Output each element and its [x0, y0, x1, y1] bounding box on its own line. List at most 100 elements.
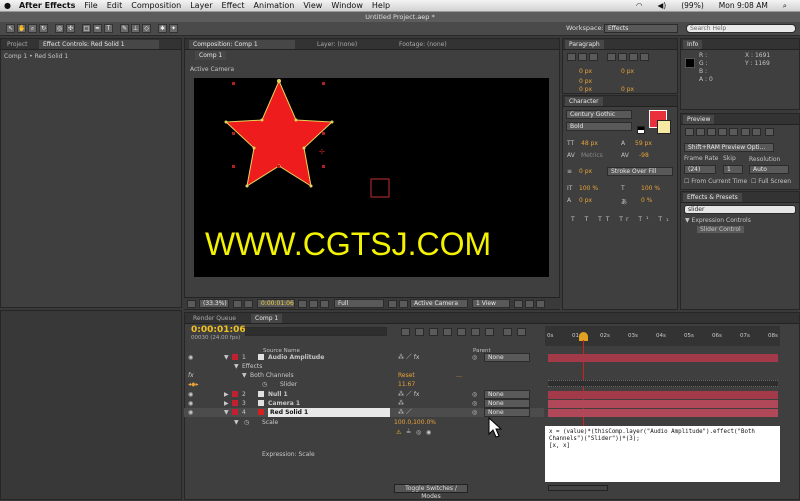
- expand-arrow-icon[interactable]: ▼: [234, 362, 239, 371]
- loop-icon[interactable]: [752, 128, 761, 136]
- tab-footage[interactable]: Footage: (none): [395, 40, 451, 49]
- tracking-value[interactable]: -98: [639, 152, 649, 159]
- preview-resolution-dropdown[interactable]: Auto: [749, 165, 789, 174]
- tab-character[interactable]: Character: [565, 97, 603, 106]
- live-update-icon[interactable]: [415, 328, 424, 336]
- grid-icon[interactable]: [233, 300, 242, 308]
- expand-arrow-icon[interactable]: ▼: [242, 371, 247, 380]
- expression-editor[interactable]: x = (value)*(thisComp.layer("Audio Ampli…: [545, 426, 780, 482]
- layer-name[interactable]: Null 1: [268, 390, 288, 399]
- volume-icon[interactable]: ◀): [658, 1, 667, 11]
- region-of-interest-icon[interactable]: [388, 300, 397, 308]
- stroke-color-swatch[interactable]: [657, 120, 671, 134]
- camera-tool-icon[interactable]: ◎: [55, 24, 64, 33]
- menu-window[interactable]: Window: [331, 1, 363, 10]
- timeline-timecode[interactable]: 0:00:01:06: [191, 325, 246, 335]
- align-center-icon[interactable]: [578, 53, 587, 61]
- tab-effects-presets[interactable]: Effects & Presets: [683, 193, 742, 202]
- draft-3d-icon[interactable]: [429, 328, 438, 336]
- align-left-icon[interactable]: [567, 53, 576, 61]
- layer-name[interactable]: Red Solid 1: [268, 408, 390, 417]
- preview-mode-dropdown[interactable]: Shift+RAM Preview Opti...: [684, 143, 774, 152]
- transparency-grid-icon[interactable]: [399, 300, 408, 308]
- expression-pickwhip-icon[interactable]: ◎: [416, 428, 421, 437]
- tab-info[interactable]: Info: [683, 40, 703, 49]
- layer-row-4[interactable]: ◉ ▼ 4 Red Solid 1 ⁂ ／ ◎ None: [184, 408, 544, 417]
- layer-duration-bar[interactable]: [548, 354, 778, 362]
- from-current-time-checkbox[interactable]: ☐ From Current Time: [684, 178, 747, 185]
- space-after-value[interactable]: 0 px: [621, 86, 634, 93]
- skip-dropdown[interactable]: 1: [723, 165, 743, 174]
- layer-name[interactable]: Camera 1: [268, 399, 300, 408]
- app-name[interactable]: After Effects: [19, 1, 75, 10]
- font-size-value[interactable]: 48 px: [581, 140, 598, 147]
- full-screen-checkbox[interactable]: ☐ Full Screen: [751, 178, 791, 185]
- horizontal-scale-value[interactable]: 100 %: [641, 185, 660, 192]
- expand-arrow-icon[interactable]: ▼: [224, 353, 229, 362]
- font-family-dropdown[interactable]: Century Gothic: [566, 110, 632, 119]
- layer-row-1[interactable]: ◉ ▼ 1 Audio Amplitude ⁂ ／ fx ◎ None: [184, 353, 544, 362]
- baseline-shift-value[interactable]: 0 px: [579, 197, 592, 204]
- expand-arrow-icon[interactable]: ▼: [224, 408, 229, 417]
- layer-row-2[interactable]: ◉ ▶ 2 Null 1 ⁂ ／ fx ◎ None: [184, 390, 544, 399]
- leading-value[interactable]: 59 px: [635, 140, 652, 147]
- space-before-value[interactable]: 0 px: [579, 86, 592, 93]
- hide-shy-layers-icon[interactable]: [443, 328, 452, 336]
- parent-dropdown[interactable]: None: [484, 399, 530, 408]
- auto-keyframe-icon[interactable]: [503, 328, 512, 336]
- layer-duration-bar[interactable]: [548, 400, 778, 408]
- stopwatch-icon[interactable]: ◷: [262, 380, 267, 389]
- eye-icon[interactable]: ◉: [188, 399, 193, 408]
- justify-last-right-icon[interactable]: [629, 53, 638, 61]
- views-dropdown[interactable]: 1 View: [472, 299, 510, 308]
- parent-pickwhip-icon[interactable]: ◎: [472, 353, 477, 362]
- expand-arrow-icon[interactable]: ▼: [234, 418, 239, 427]
- camera-dropdown[interactable]: Active Camera: [410, 299, 468, 308]
- brainstorm-icon[interactable]: [485, 328, 494, 336]
- workspace-dropdown[interactable]: Effects: [604, 24, 678, 33]
- comp-mini-flowchart-icon[interactable]: [401, 328, 410, 336]
- zoom-tool-icon[interactable]: ⌕: [28, 24, 37, 33]
- vertical-scale-value[interactable]: 100 %: [579, 185, 598, 192]
- stamp-tool-icon[interactable]: ⊥: [131, 24, 140, 33]
- tab-effect-controls[interactable]: Effect Controls: Red Solid 1: [39, 40, 159, 49]
- menu-composition[interactable]: Composition: [131, 1, 181, 10]
- both-channels-row[interactable]: fx ▼ Both Channels Reset …: [184, 371, 544, 380]
- label-color[interactable]: [232, 400, 238, 406]
- brush-tool-icon[interactable]: ✎: [120, 24, 129, 33]
- first-frame-icon[interactable]: [685, 128, 694, 136]
- hand-tool-icon[interactable]: ✋: [17, 24, 26, 33]
- stroke-width-value[interactable]: 0 px: [579, 168, 592, 175]
- label-color[interactable]: [232, 409, 238, 415]
- indent-first-value[interactable]: 0 px: [579, 78, 592, 85]
- star-shape[interactable]: [224, 79, 334, 188]
- menu-view[interactable]: View: [303, 1, 322, 10]
- text-style-buttons[interactable]: T T TT Tr T¹ T₁: [571, 216, 672, 223]
- ram-preview-icon[interactable]: [765, 128, 774, 136]
- parent-dropdown[interactable]: None: [484, 390, 530, 399]
- font-style-dropdown[interactable]: Bold: [566, 122, 632, 131]
- pen-tool-icon[interactable]: ✒: [93, 24, 102, 33]
- timeline-search-input[interactable]: [245, 327, 387, 336]
- mask-icon[interactable]: [244, 300, 253, 308]
- toggle-pixel-icon[interactable]: [514, 300, 523, 308]
- slider-control-item[interactable]: Slider Control: [697, 226, 744, 233]
- frame-blending-icon[interactable]: [457, 328, 466, 336]
- frame-rate-dropdown[interactable]: (24): [684, 165, 716, 174]
- resolution-dropdown[interactable]: Full: [334, 299, 384, 308]
- audio-icon[interactable]: [741, 128, 750, 136]
- eye-icon[interactable]: ◉: [188, 390, 193, 399]
- eye-icon[interactable]: ◉: [188, 353, 193, 362]
- prev-frame-icon[interactable]: [696, 128, 705, 136]
- always-preview-icon[interactable]: [187, 300, 196, 308]
- play-icon[interactable]: [707, 128, 716, 136]
- slider-property-value[interactable]: 11.67: [398, 380, 415, 389]
- reset-link[interactable]: Reset: [398, 371, 415, 380]
- justify-all-icon[interactable]: [640, 53, 649, 61]
- effects-group-row[interactable]: ▼ Effects: [184, 362, 544, 371]
- last-frame-icon[interactable]: [729, 128, 738, 136]
- slider-keyframe-track[interactable]: [548, 380, 778, 387]
- expand-arrow-icon[interactable]: ▶: [224, 399, 229, 408]
- layer-name[interactable]: Audio Amplitude: [268, 353, 324, 362]
- menu-layer[interactable]: Layer: [190, 1, 212, 10]
